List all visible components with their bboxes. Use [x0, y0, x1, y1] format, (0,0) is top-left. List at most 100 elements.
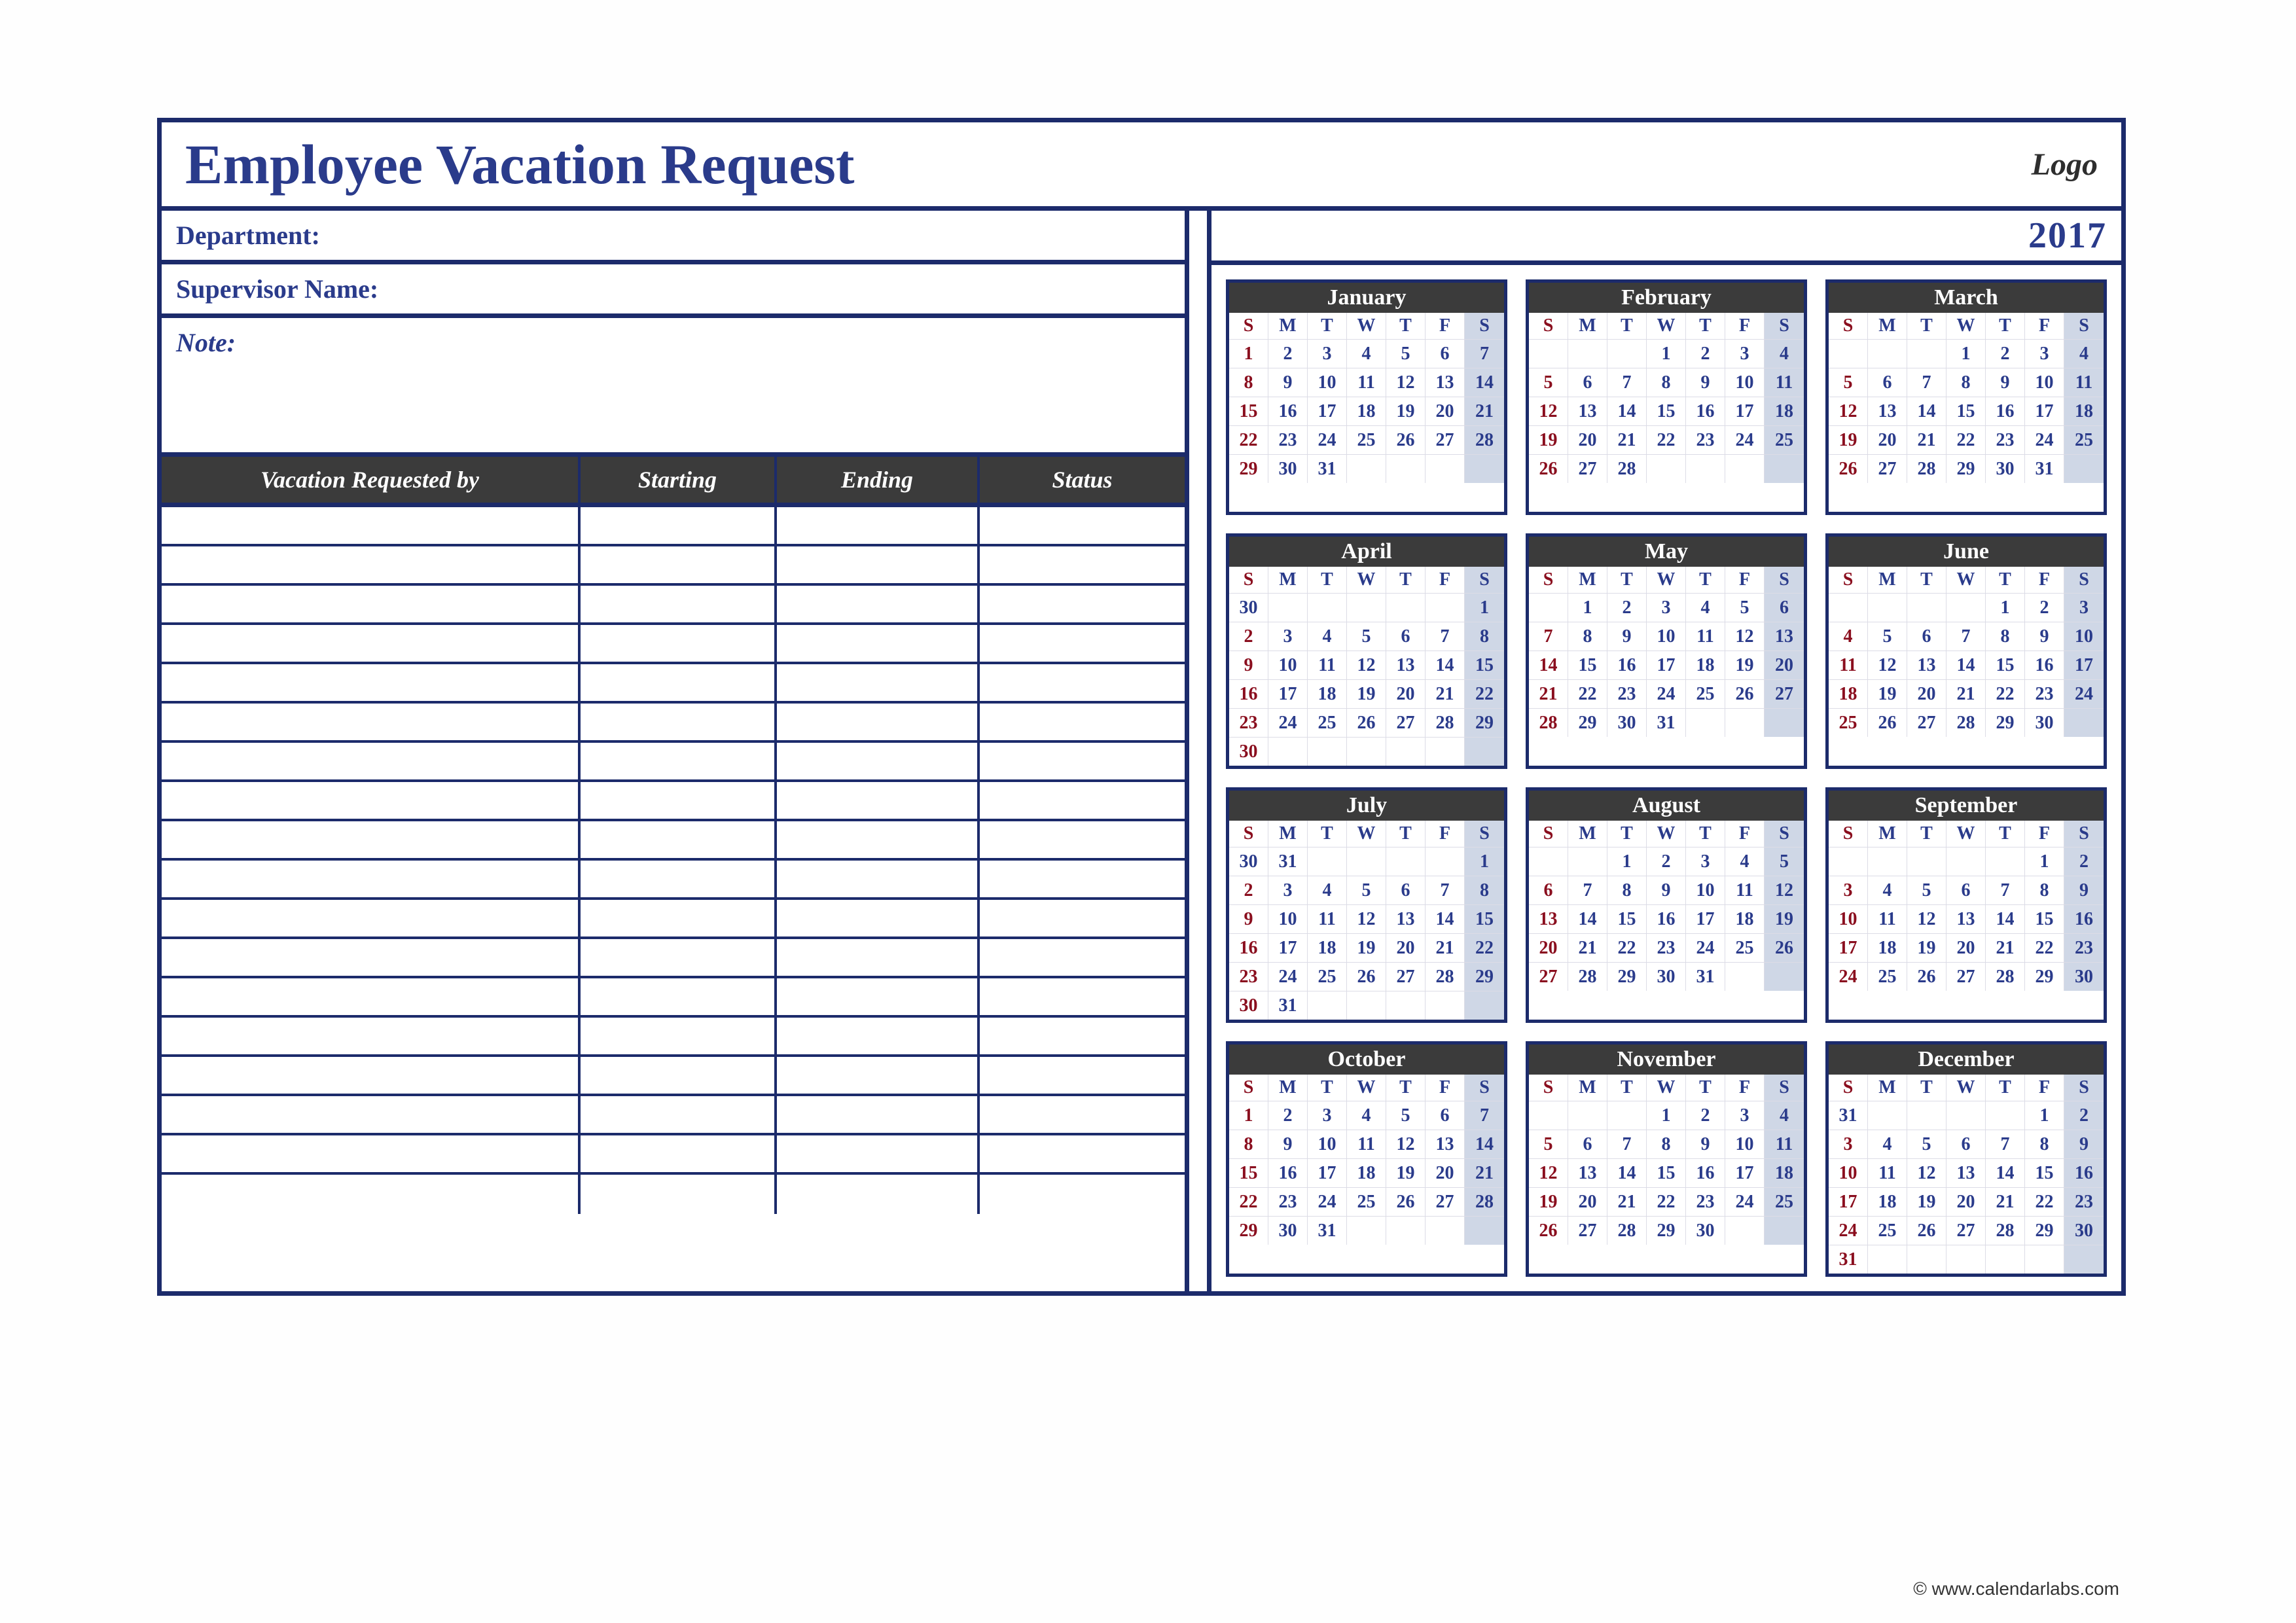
day-cell: 16 [2025, 651, 2064, 679]
day-cell: 4 [1347, 339, 1386, 368]
day-cell: . [1426, 454, 1465, 483]
table-row[interactable] [162, 664, 1185, 704]
day-cell: 13 [1568, 1158, 1607, 1187]
dow-row: SMTWTFS [1229, 821, 1504, 847]
day-cell: 30 [1607, 708, 1647, 737]
supervisor-field[interactable]: Supervisor Name: [162, 264, 1185, 318]
day-cell: 12 [1765, 876, 1804, 904]
calendar-grid: JanuarySMTWTFS12345678910111213141516171… [1211, 265, 2121, 1291]
table-row[interactable] [162, 743, 1185, 782]
day-cell: 14 [1986, 1158, 2025, 1187]
dow-cell: S [1829, 567, 1868, 593]
month-title: June [1829, 537, 2104, 567]
table-row[interactable] [162, 821, 1185, 861]
dow-cell: T [1607, 821, 1647, 847]
day-cell: . [1725, 1216, 1765, 1245]
day-cell: 26 [1765, 933, 1804, 962]
day-cell: 7 [1465, 339, 1504, 368]
table-row[interactable] [162, 704, 1185, 743]
table-row[interactable] [162, 507, 1185, 546]
dow-cell: M [1868, 821, 1907, 847]
day-cell: 26 [1386, 425, 1426, 454]
day-cell: . [1907, 1101, 1946, 1130]
table-row[interactable] [162, 978, 1185, 1018]
table-row[interactable] [162, 1175, 1185, 1214]
table-row[interactable] [162, 782, 1185, 821]
day-cell: 11 [1308, 904, 1347, 933]
dow-cell: F [2025, 567, 2064, 593]
day-cell: 6 [1426, 1101, 1465, 1130]
table-row[interactable] [162, 586, 1185, 625]
table-row[interactable] [162, 1018, 1185, 1057]
table-row[interactable] [162, 900, 1185, 939]
day-cell: . [1347, 1216, 1386, 1245]
table-row[interactable] [162, 861, 1185, 900]
table-row[interactable] [162, 546, 1185, 586]
day-grid: ...1234567891011121314151617181920212223… [1529, 339, 1804, 483]
day-cell: . [1607, 339, 1647, 368]
table-row[interactable] [162, 1096, 1185, 1135]
day-cell: 3 [1829, 1130, 1868, 1158]
day-cell: 20 [1426, 1158, 1465, 1187]
table-row[interactable] [162, 1135, 1185, 1175]
day-cell: 30 [1229, 847, 1268, 876]
day-cell: 23 [2064, 933, 2104, 962]
dow-row: SMTWTFS [1529, 313, 1804, 339]
day-cell: 25 [1308, 962, 1347, 991]
day-cell: 1 [1607, 847, 1647, 876]
day-cell: 23 [1229, 962, 1268, 991]
day-cell: 21 [1465, 1158, 1504, 1187]
day-cell: 10 [1268, 904, 1308, 933]
dow-cell: S [1765, 1075, 1804, 1101]
day-cell: 23 [1268, 425, 1308, 454]
table-row[interactable] [162, 1057, 1185, 1096]
day-cell: 19 [1347, 933, 1386, 962]
table-row[interactable] [162, 939, 1185, 978]
day-grid: 31....1234567891011121314151617181920212… [1829, 1101, 2104, 1274]
day-cell: 5 [1725, 593, 1765, 622]
day-cell: . [2025, 1245, 2064, 1274]
day-cell: 14 [1607, 397, 1647, 425]
dow-cell: T [1607, 313, 1647, 339]
day-cell: 11 [1868, 1158, 1907, 1187]
department-field[interactable]: Department: [162, 211, 1185, 264]
day-cell: 27 [1386, 962, 1426, 991]
dow-cell: T [1686, 1075, 1725, 1101]
year-label: 2017 [1211, 211, 2121, 265]
dow-cell: T [1986, 313, 2025, 339]
dow-cell: W [1347, 567, 1386, 593]
col-requested-by: Vacation Requested by [162, 457, 581, 503]
day-cell: 5 [1765, 847, 1804, 876]
table-row[interactable] [162, 625, 1185, 664]
dow-cell: T [1686, 567, 1725, 593]
dow-cell: T [1986, 1075, 2025, 1101]
dow-cell: S [1229, 313, 1268, 339]
day-cell: 1 [2025, 1101, 2064, 1130]
dow-cell: S [1529, 567, 1568, 593]
dow-cell: T [1907, 1075, 1946, 1101]
month-title: November [1529, 1044, 1804, 1075]
day-cell: 4 [1868, 1130, 1907, 1158]
day-cell: . [1765, 962, 1804, 991]
day-cell: 28 [1607, 1216, 1647, 1245]
day-grid: .123456789101112131415161718192021222324… [1529, 593, 1804, 737]
dow-cell: F [2025, 1075, 2064, 1101]
dow-cell: T [1308, 567, 1347, 593]
day-cell: 9 [1229, 904, 1268, 933]
day-cell: 5 [1347, 876, 1386, 904]
day-cell: 19 [1725, 651, 1765, 679]
day-cell: . [1529, 339, 1568, 368]
day-cell: 2 [1268, 339, 1308, 368]
day-cell: 19 [1829, 425, 1868, 454]
day-cell: 30 [1268, 1216, 1308, 1245]
day-cell: 15 [1986, 651, 2025, 679]
dow-cell: S [1465, 1075, 1504, 1101]
note-field[interactable]: Note: [162, 318, 1185, 457]
day-cell: 25 [1725, 933, 1765, 962]
day-cell: 1 [2025, 847, 2064, 876]
day-cell: . [1765, 454, 1804, 483]
month-title: January [1229, 283, 1504, 313]
day-cell: 1 [1647, 1101, 1686, 1130]
day-cell: 20 [1386, 679, 1426, 708]
dow-cell: M [1268, 821, 1308, 847]
